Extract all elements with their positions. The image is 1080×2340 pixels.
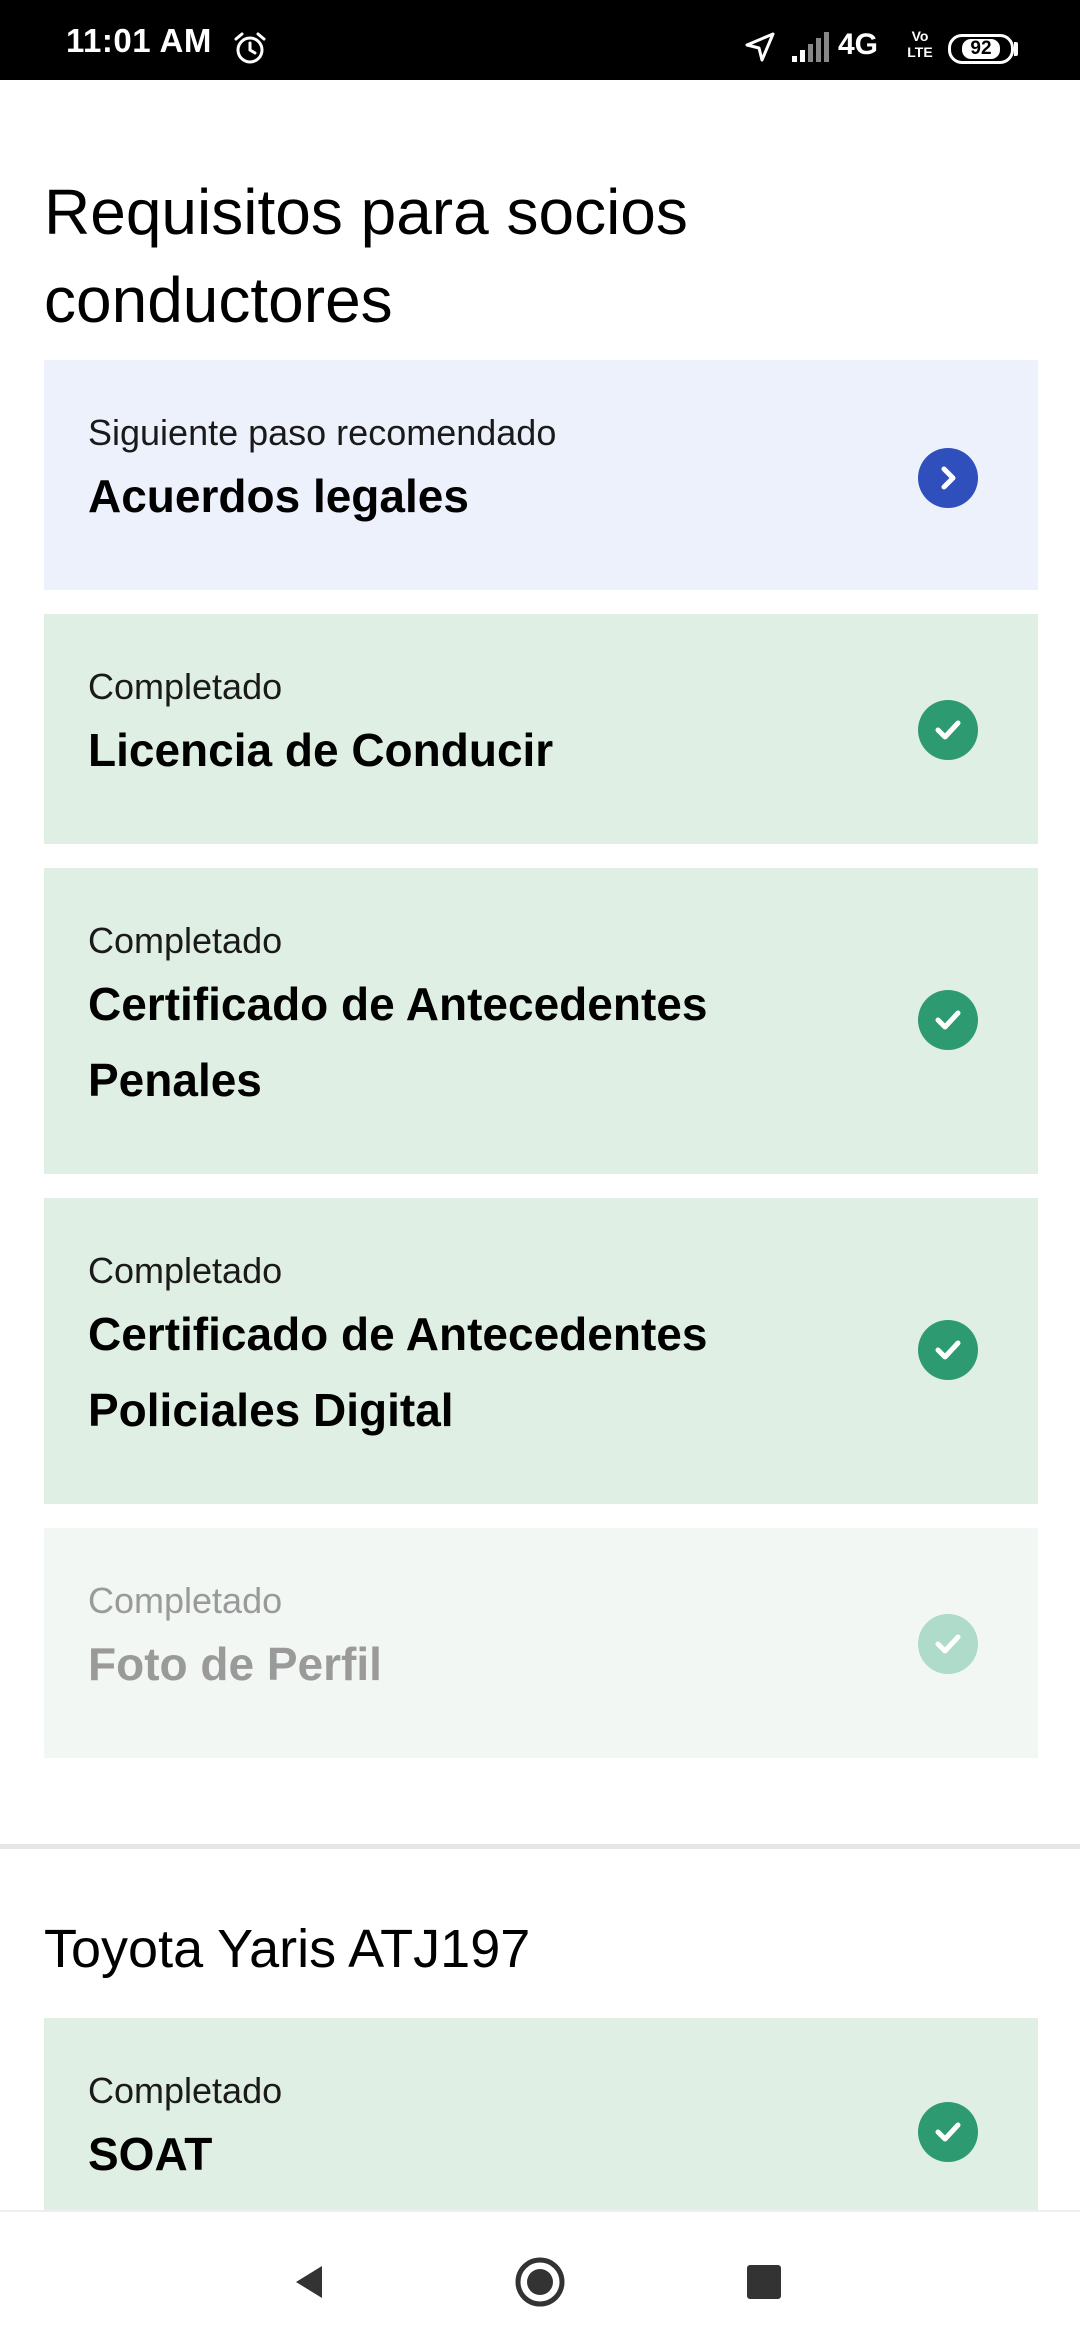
battery-level: 92 [962, 39, 1000, 59]
battery-icon: 92 [948, 34, 1014, 64]
card-title: Certificado de Antecedentes Penales [88, 978, 708, 1106]
requirement-card-legal-agreements[interactable]: Siguiente paso recomendado Acuerdos lega… [44, 360, 1038, 590]
check-icon [918, 1614, 978, 1674]
volte-top: Vo [911, 28, 929, 44]
check-icon [918, 700, 978, 760]
location-arrow-icon [745, 32, 775, 62]
card-status-label: Completado [88, 666, 283, 707]
status-bar: 11:01 AM 4G Vo LTE 92 [0, 0, 1080, 80]
volte-bottom: LTE [907, 44, 933, 60]
requirement-card-profile-photo[interactable]: Completado Foto de Perfil [44, 1528, 1038, 1758]
card-status-label: Completado [88, 1580, 283, 1621]
volte-label: Vo LTE [902, 28, 938, 60]
back-icon[interactable] [282, 2252, 342, 2312]
vehicle-section-title: Toyota Yaris ATJ197 [44, 1919, 531, 1979]
card-status-label: Completado [88, 1250, 283, 1291]
card-title: Foto de Perfil [88, 1638, 382, 1690]
requirement-card-criminal-record[interactable]: Completado Certificado de Antecedentes P… [44, 868, 1038, 1174]
card-title: Licencia de Conducir [88, 724, 554, 776]
card-title: Acuerdos legales [88, 470, 469, 522]
card-status-label: Completado [88, 2070, 283, 2111]
check-icon [918, 2102, 978, 2162]
chevron-right-icon[interactable] [918, 448, 978, 508]
home-icon[interactable] [510, 2252, 570, 2312]
card-title: Certificado de Antecedentes Policiales D… [88, 1308, 708, 1436]
check-icon [918, 990, 978, 1050]
requirement-card-drivers-license[interactable]: Completado Licencia de Conducir [44, 614, 1038, 844]
system-nav-bar [0, 2210, 1080, 2340]
card-status-label: Completado [88, 920, 283, 961]
recents-icon[interactable] [734, 2252, 794, 2312]
section-divider [0, 1844, 1080, 1849]
check-icon [918, 1320, 978, 1380]
page-title: Requisitos para socios conductores [44, 176, 688, 336]
requirement-card-police-record[interactable]: Completado Certificado de Antecedentes P… [44, 1198, 1038, 1504]
alarm-icon [234, 32, 266, 64]
card-title: SOAT [88, 2128, 213, 2180]
network-type: 4G [838, 28, 879, 61]
signal-icon [792, 32, 829, 62]
status-time: 11:01 AM [66, 22, 212, 59]
card-status-label: Siguiente paso recomendado [88, 412, 557, 453]
battery-tip [1014, 42, 1018, 56]
